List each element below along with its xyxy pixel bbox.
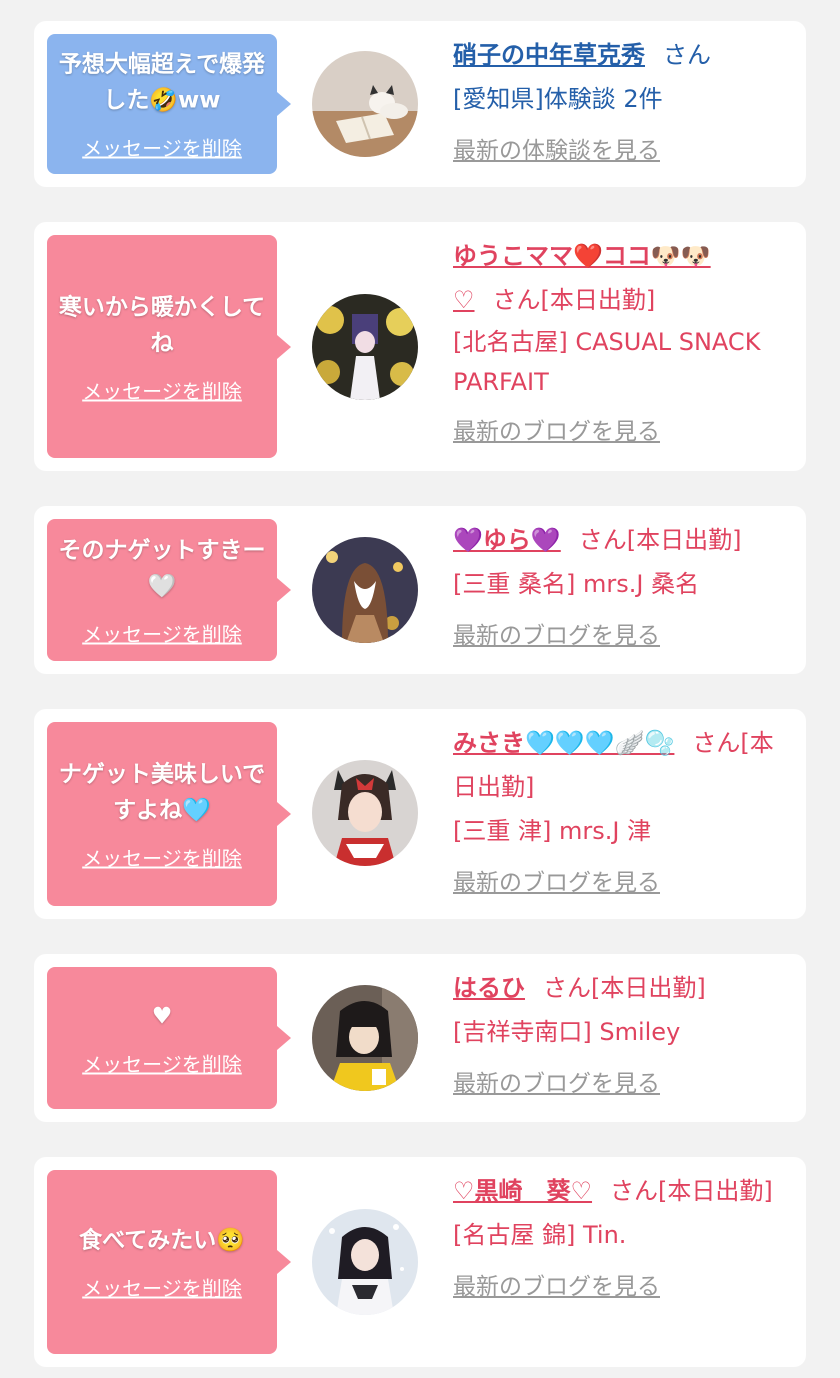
message-text: 食べてみたい🥺 <box>79 1227 245 1254</box>
message-text: 寒いから暖かくしてね <box>58 294 266 356</box>
message-card: 予想大幅超えで爆発した🤣ww メッセージを削除 硝子の中年草克秀 さん [愛知県]… <box>34 21 806 187</box>
card-info: ♡黒崎 葵♡ さん[本日出勤] [名古屋 錦] Tin. 最新のブログを見る <box>453 1169 788 1301</box>
latest-link[interactable]: 最新のブログを見る <box>453 1064 660 1098</box>
latest-link[interactable]: 最新のブログを見る <box>453 616 660 650</box>
latest-link[interactable]: 最新のブログを見る <box>453 1267 660 1301</box>
message-card: 寒いから暖かくしてね メッセージを削除 ゆうこママ❤️ココ🐶🐶 ♡ さん[本日出勤 <box>34 222 806 471</box>
message-bubble: ♥ メッセージを削除 <box>47 967 291 1109</box>
user-name-link[interactable]: ゆうこママ❤️ココ🐶🐶 <box>453 242 711 270</box>
user-name-link-tail[interactable]: ♡ <box>453 286 475 314</box>
area-text: [愛知県]体験談 2件 <box>453 85 663 113</box>
message-card: ナゲット美味しいですよね🩵 メッセージを削除 みさき🩵🩵🩵🪽🫧 さん[本日出勤] … <box>34 709 806 919</box>
honorific: さん[本日出勤] <box>578 526 742 554</box>
delete-message-link[interactable]: メッセージを削除 <box>82 133 242 162</box>
message-card: 食べてみたい🥺 メッセージを削除 ♡黒崎 葵♡ さん[本日出勤] [名古屋 錦] … <box>34 1157 806 1367</box>
latest-link[interactable]: 最新のブログを見る <box>453 863 660 897</box>
message-text: ♥ <box>151 1003 173 1030</box>
area-text: [吉祥寺南口] Smiley <box>453 1018 681 1046</box>
message-card: ♥ メッセージを削除 はるひ さん[本日出勤] [吉祥寺南口] Smiley 最新… <box>34 954 806 1122</box>
avatar[interactable] <box>312 51 418 157</box>
honorific: さん[本日出勤] <box>492 286 656 314</box>
user-name-link[interactable]: みさき🩵🩵🩵🪽🫧 <box>453 729 674 757</box>
area-text: [三重 津] mrs.J 津 <box>453 817 652 845</box>
delete-message-link[interactable]: メッセージを削除 <box>82 1049 242 1078</box>
user-name-link[interactable]: はるひ <box>453 974 525 1002</box>
message-text: 予想大幅超えで爆発した🤣ww <box>58 51 266 114</box>
latest-link[interactable]: 最新の体験談を見る <box>453 131 660 165</box>
message-list: 予想大幅超えで爆発した🤣ww メッセージを削除 硝子の中年草克秀 さん [愛知県]… <box>0 0 840 1378</box>
card-info: 💜ゆら💜 さん[本日出勤] [三重 桑名] mrs.J 桑名 最新のブログを見る <box>453 518 788 650</box>
card-info: 硝子の中年草克秀 さん [愛知県]体験談 2件 最新の体験談を見る <box>453 33 788 165</box>
area-text: [北名古屋] CASUAL SNACK PARFAIT <box>453 328 761 396</box>
delete-message-link[interactable]: メッセージを削除 <box>82 375 242 404</box>
user-name-link[interactable]: 💜ゆら💜 <box>453 526 561 554</box>
latest-link[interactable]: 最新のブログを見る <box>453 412 660 446</box>
avatar[interactable] <box>312 760 418 866</box>
message-card: そのナゲットすきー🤍 メッセージを削除 💜ゆら💜 さん[本日出勤] [三重 桑名]… <box>34 506 806 674</box>
area-text: [三重 桑名] mrs.J 桑名 <box>453 570 700 598</box>
avatar[interactable] <box>312 537 418 643</box>
message-bubble: 寒いから暖かくしてね メッセージを削除 <box>47 235 291 458</box>
message-text: そのナゲットすきー🤍 <box>58 537 266 600</box>
user-name-link[interactable]: ♡黒崎 葵♡ <box>453 1177 592 1205</box>
card-info: はるひ さん[本日出勤] [吉祥寺南口] Smiley 最新のブログを見る <box>453 966 788 1098</box>
delete-message-link[interactable]: メッセージを削除 <box>82 843 242 872</box>
delete-message-link[interactable]: メッセージを削除 <box>82 1273 242 1302</box>
message-bubble: ナゲット美味しいですよね🩵 メッセージを削除 <box>47 722 291 906</box>
avatar[interactable] <box>312 294 418 400</box>
card-info: ゆうこママ❤️ココ🐶🐶 ♡ さん[本日出勤] [北名古屋] CASUAL SNAC… <box>453 234 788 446</box>
message-text: ナゲット美味しいですよね🩵 <box>58 761 266 824</box>
honorific: さん[本日出勤] <box>543 974 706 1002</box>
avatar[interactable] <box>312 1209 418 1315</box>
area-text: [名古屋 錦] Tin. <box>453 1221 627 1249</box>
message-bubble: 食べてみたい🥺 メッセージを削除 <box>47 1170 291 1354</box>
card-info: みさき🩵🩵🩵🪽🫧 さん[本日出勤] [三重 津] mrs.J 津 最新のブログを見… <box>453 721 788 897</box>
honorific: さん[本日出勤] <box>610 1177 773 1205</box>
message-bubble: 予想大幅超えで爆発した🤣ww メッセージを削除 <box>47 34 291 174</box>
user-name-link[interactable]: 硝子の中年草克秀 <box>453 41 645 69</box>
avatar[interactable] <box>312 985 418 1091</box>
delete-message-link[interactable]: メッセージを削除 <box>82 619 242 648</box>
honorific: さん <box>663 41 711 69</box>
message-bubble: そのナゲットすきー🤍 メッセージを削除 <box>47 519 291 661</box>
